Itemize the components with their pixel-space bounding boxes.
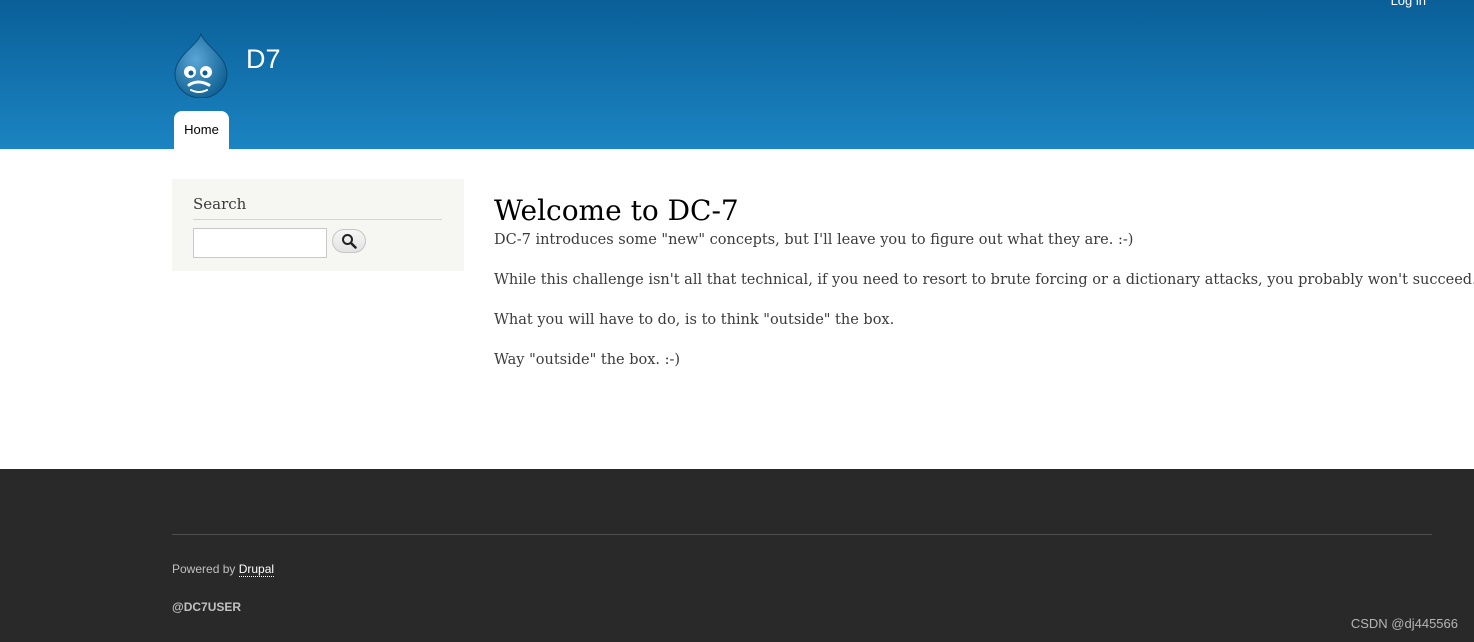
site-footer: Powered by Drupal @DC7USER CSDN @dj44556… <box>0 469 1474 642</box>
search-block-title: Search <box>193 195 442 220</box>
powered-by-text: Powered by <box>172 562 239 576</box>
content-paragraph: What you will have to do, is to think "o… <box>494 312 895 328</box>
drupal-drop-icon[interactable] <box>171 32 231 99</box>
search-button[interactable] <box>332 229 366 253</box>
footer-divider <box>172 534 1432 535</box>
page-title: Welcome to DC-7 <box>494 194 739 227</box>
search-block: Search <box>172 179 464 271</box>
footer-user-text: @DC7USER <box>172 600 242 614</box>
search-icon <box>342 234 357 249</box>
drupal-link[interactable]: Drupal <box>238 562 275 577</box>
login-link[interactable]: Log in <box>1391 0 1426 8</box>
content-paragraph: Way "outside" the box. :-) <box>494 352 681 368</box>
tab-home[interactable]: Home <box>174 111 229 149</box>
main-content: Welcome to DC-7 DC-7 introduces some "ne… <box>494 193 1474 380</box>
content-paragraph: While this challenge isn't all that tech… <box>494 272 1474 288</box>
site-name[interactable]: D7 <box>246 44 281 75</box>
powered-by: Powered by Drupal <box>172 562 275 577</box>
site-header: Log in D7 Home <box>0 0 1474 149</box>
search-input[interactable] <box>193 228 327 258</box>
watermark: CSDN @dj445566 <box>1350 616 1458 631</box>
content-paragraph: DC-7 introduces some "new" concepts, but… <box>494 232 1134 248</box>
